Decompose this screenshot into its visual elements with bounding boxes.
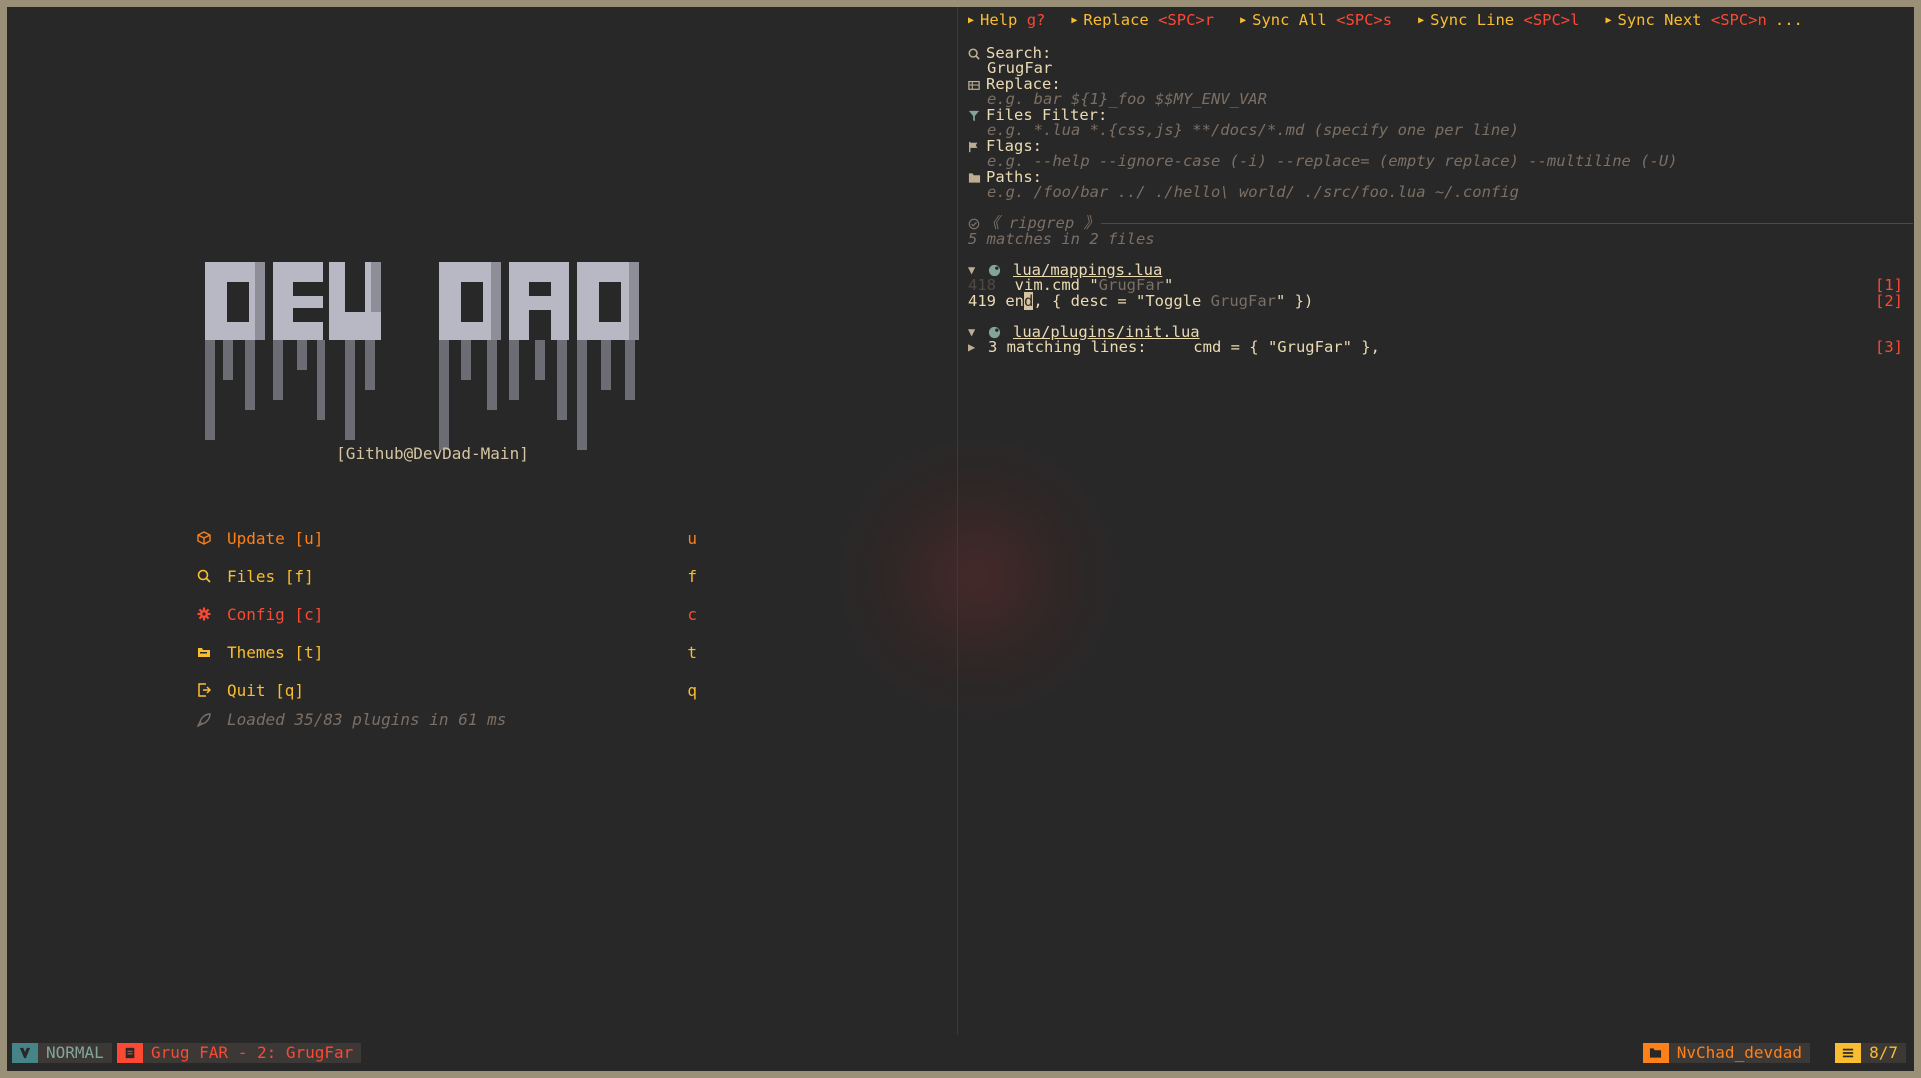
action-sync-line-key: <SPC>l bbox=[1523, 11, 1580, 29]
statusline: NORMAL Grug FAR - 2: GrugFar NvChad_devd… bbox=[7, 1035, 1914, 1071]
menu-update[interactable]: Update [u] u bbox=[197, 519, 697, 557]
buffer-name-text: Grug FAR - 2: GrugFar bbox=[143, 1043, 362, 1063]
menu-config-label: Config [c] bbox=[227, 604, 324, 624]
line-code-post: " }) bbox=[1276, 292, 1314, 310]
cwd-text: NvChad_devdad bbox=[1668, 1043, 1810, 1063]
action-sync-all-label: Sync All bbox=[1252, 11, 1327, 29]
menu-files-label: Files [f] bbox=[227, 566, 314, 586]
action-sync-next-key: <SPC>n bbox=[1710, 11, 1767, 29]
line-code-match: GrugFar bbox=[1210, 292, 1276, 310]
github-tag: [Github@DevDad-Main] bbox=[336, 444, 529, 463]
result-mark: [2] bbox=[1875, 292, 1903, 310]
result-mark: [3] bbox=[1875, 338, 1903, 356]
replace-icon bbox=[968, 79, 986, 91]
result-line[interactable]: 419 end, { desc = "Toggle GrugFar" }) [2… bbox=[968, 292, 1913, 311]
cwd-indicator: NvChad_devdad bbox=[1642, 1043, 1810, 1063]
menu-themes[interactable]: Themes [t] t bbox=[197, 633, 697, 671]
editor-window: [Github@DevDad-Main] Update [u] u Files … bbox=[7, 7, 1914, 1071]
palette-icon bbox=[197, 645, 227, 659]
plugin-load-info: Loaded 35/83 plugins in 61 ms bbox=[197, 710, 506, 729]
file-icon bbox=[117, 1043, 143, 1063]
dev-dad-ascii-logo bbox=[205, 262, 639, 450]
position-text: 8/7 bbox=[1861, 1043, 1906, 1063]
menu-files[interactable]: Files [f] f bbox=[197, 557, 697, 595]
menu-quit[interactable]: Quit [q] q bbox=[197, 671, 697, 709]
search-icon bbox=[197, 569, 227, 583]
action-sync-line[interactable]: ▶ Sync Line <SPC>l bbox=[1418, 11, 1579, 33]
collapsed-results-text: 3 matching lines: cmd = { "GrugFar" }, bbox=[988, 338, 1380, 356]
line-number: 419 bbox=[968, 292, 996, 310]
folder-icon bbox=[968, 172, 986, 184]
menu-update-key: u bbox=[687, 528, 697, 548]
folder-icon bbox=[1642, 1043, 1669, 1063]
results-summary: 5 matches in 2 files bbox=[968, 230, 1155, 248]
grug-far-actions-bar: ▶ Help g? ▶ Replace <SPC>r ▶ Sync All <SPC>… bbox=[968, 11, 1829, 33]
menu-config[interactable]: Config [c] c bbox=[197, 595, 697, 633]
action-sync-next[interactable]: ▶ Sync Next <SPC>n bbox=[1605, 11, 1766, 33]
menu-files-key: f bbox=[687, 566, 697, 586]
plugin-load-text: Loaded 35/83 plugins in 61 ms bbox=[227, 710, 507, 729]
grug-far-pane: ▶ Help g? ▶ Replace <SPC>r ▶ Sync All <SPC>… bbox=[958, 7, 1914, 1035]
dashboard-menu: Update [u] u Files [f] f Config [c] c Th… bbox=[197, 519, 697, 709]
action-replace-key: <SPC>r bbox=[1158, 11, 1215, 29]
menu-config-key: c bbox=[687, 604, 697, 624]
dashboard-pane: [Github@DevDad-Main] Update [u] u Files … bbox=[7, 7, 1127, 1035]
menu-themes-label: Themes [t] bbox=[227, 642, 324, 662]
position-indicator: 8/7 bbox=[1835, 1043, 1906, 1063]
action-replace-label: Replace bbox=[1083, 11, 1149, 29]
collapsed-results[interactable]: ▶ 3 matching lines: cmd = { "GrugFar" },… bbox=[968, 338, 1913, 357]
action-sync-all-key: <SPC>s bbox=[1336, 11, 1393, 29]
rocket-icon bbox=[197, 712, 227, 727]
separator-rule bbox=[1101, 223, 1913, 224]
action-help-key: g? bbox=[1026, 11, 1046, 29]
gear-icon bbox=[197, 607, 227, 621]
action-sync-next-label: Sync Next bbox=[1617, 11, 1702, 29]
line-code-mid: , { desc = "Toggle bbox=[1033, 292, 1211, 310]
filter-icon bbox=[968, 110, 986, 122]
line-code-pre: en bbox=[1005, 292, 1025, 310]
action-sync-all[interactable]: ▶ Sync All <SPC>s bbox=[1240, 11, 1392, 33]
action-help[interactable]: ▶ Help g? bbox=[968, 11, 1045, 33]
action-sync-line-label: Sync Line bbox=[1430, 11, 1515, 29]
menu-quit-key: q bbox=[687, 680, 697, 700]
search-icon bbox=[968, 48, 986, 60]
chevron-right-icon[interactable]: ▶ bbox=[968, 338, 988, 357]
files-filter-input[interactable]: e.g. *.lua *.{css,js} **/docs/*.md (spec… bbox=[987, 121, 1519, 140]
flags-input[interactable]: e.g. --help --ignore-case (-i) --replace… bbox=[987, 152, 1678, 171]
buffer-name[interactable]: Grug FAR - 2: GrugFar bbox=[117, 1043, 362, 1063]
status-ok-icon bbox=[968, 218, 984, 230]
text-cursor: d bbox=[1024, 292, 1034, 310]
lines-icon bbox=[1835, 1043, 1862, 1063]
mode-indicator: NORMAL bbox=[12, 1043, 112, 1063]
menu-quit-label: Quit [q] bbox=[227, 680, 305, 700]
action-replace[interactable]: ▶ Replace <SPC>r bbox=[1071, 11, 1214, 33]
vim-icon bbox=[12, 1043, 38, 1063]
menu-themes-key: t bbox=[687, 642, 697, 662]
mode-text: NORMAL bbox=[38, 1043, 112, 1063]
menu-update-label: Update [u] bbox=[227, 528, 324, 548]
package-icon bbox=[197, 531, 227, 545]
flag-icon bbox=[968, 141, 986, 153]
action-help-label: Help bbox=[980, 11, 1018, 29]
actions-more[interactable]: ... bbox=[1775, 11, 1803, 33]
exit-icon bbox=[197, 683, 227, 697]
paths-input[interactable]: e.g. /foo/bar ../ ./hello\ world/ ./src/… bbox=[987, 183, 1519, 202]
